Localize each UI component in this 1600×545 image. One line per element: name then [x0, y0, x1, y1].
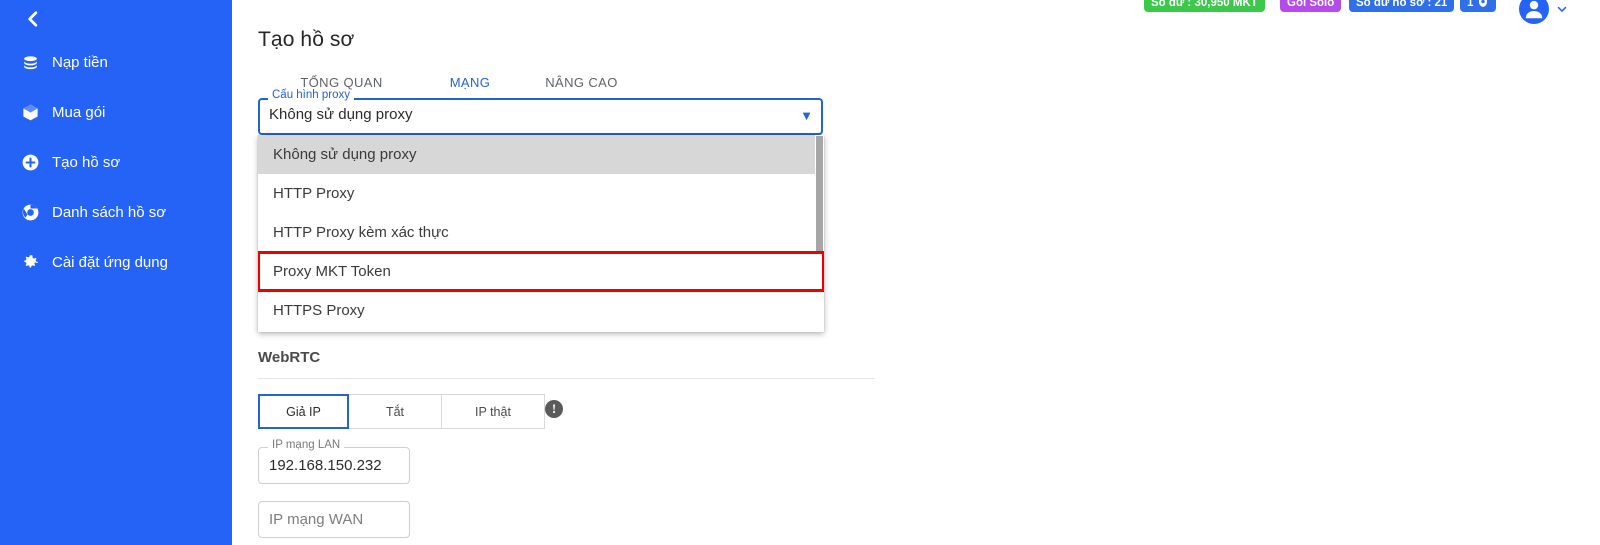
caret-down-icon[interactable]: ▼ [800, 108, 813, 123]
proxy-option-https-proxy[interactable]: HTTPS Proxy [258, 291, 824, 330]
page-title: Tạo hồ sơ [258, 28, 355, 51]
tab-nang-cao[interactable]: NÂNG CAO [525, 68, 638, 102]
sidebar-item-danh-sach-ho-so[interactable]: Danh sách hồ sơ [0, 195, 232, 229]
dropdown-scrollbar-thumb[interactable] [816, 136, 823, 261]
sidebar-item-tao-ho-so[interactable]: Tạo hồ sơ [0, 145, 232, 179]
sidebar-item-label: Danh sách hồ sơ [52, 203, 167, 221]
box-icon [18, 103, 42, 122]
chrome-globe-icon [18, 203, 42, 222]
dropdown-scrollbar-track[interactable] [815, 135, 824, 332]
proxy-option-proxy-mkt-token[interactable]: Proxy MKT Token [258, 251, 824, 292]
sidebar-item-mua-goi[interactable]: Mua gói [0, 95, 232, 129]
coins-icon [18, 53, 42, 72]
webrtc-off-button[interactable]: Tắt [349, 394, 442, 429]
lan-ip-value: 192.168.150.232 [269, 457, 382, 474]
proxy-option-khong-su-dung-proxy[interactable]: Không sử dụng proxy [258, 135, 824, 174]
main-content: Tạo hồ sơ TỔNG QUAN MẠNG NÂNG CAO Cấu hì… [232, 0, 1600, 545]
webrtc-fake-ip-button[interactable]: Giả IP [258, 394, 349, 429]
tab-bar: TỔNG QUAN MẠNG NÂNG CAO [258, 68, 1106, 105]
wan-ip-field[interactable]: IP mạng WAN [258, 501, 410, 538]
chevron-left-icon [23, 9, 43, 29]
proxy-option-http-proxy[interactable]: HTTP Proxy [258, 174, 824, 213]
lan-ip-legend: IP mạng LAN [268, 439, 345, 452]
sidebar-collapse-button[interactable] [14, 0, 52, 38]
wan-ip-placeholder: IP mạng WAN [269, 511, 364, 528]
sidebar-item-label: Cài đặt ứng dụng [52, 253, 168, 271]
proxy-select-legend: Cấu hình proxy [268, 89, 354, 102]
proxy-options-dropdown[interactable]: Không sử dụng proxy HTTP Proxy HTTP Prox… [258, 135, 824, 332]
lan-ip-field[interactable]: IP mạng LAN 192.168.150.232 [258, 439, 410, 484]
sidebar: Nạp tiền Mua gói Tạo hồ sơ Danh sách hồ … [0, 0, 232, 545]
plus-circle-icon [18, 153, 42, 172]
tab-mang[interactable]: MẠNG [425, 68, 515, 102]
exclamation-circle-icon[interactable]: ! [545, 400, 563, 418]
sidebar-item-cai-dat-ung-dung[interactable]: Cài đặt ứng dụng [0, 245, 232, 279]
sidebar-item-label: Nạp tiền [52, 53, 108, 71]
sidebar-item-label: Tạo hồ sơ [52, 153, 121, 171]
sidebar-item-nap-tien[interactable]: Nạp tiền [0, 45, 232, 79]
webrtc-mode-button-group: Giả IP Tắt IP thật [258, 394, 545, 429]
proxy-option-http-proxy-kem-xac-thuc[interactable]: HTTP Proxy kèm xác thực [258, 213, 824, 252]
gear-icon [18, 253, 42, 272]
proxy-config-select[interactable]: Cấu hình proxy Không sử dụng proxy ▼ [258, 89, 823, 135]
app-root: Nạp tiền Mua gói Tạo hồ sơ Danh sách hồ … [0, 0, 1600, 545]
section-divider [258, 378, 875, 379]
sidebar-item-label: Mua gói [52, 103, 106, 121]
webrtc-section-label: WebRTC [258, 349, 321, 366]
proxy-select-value: Không sử dụng proxy [269, 106, 413, 123]
webrtc-real-ip-button[interactable]: IP thật [442, 394, 545, 429]
